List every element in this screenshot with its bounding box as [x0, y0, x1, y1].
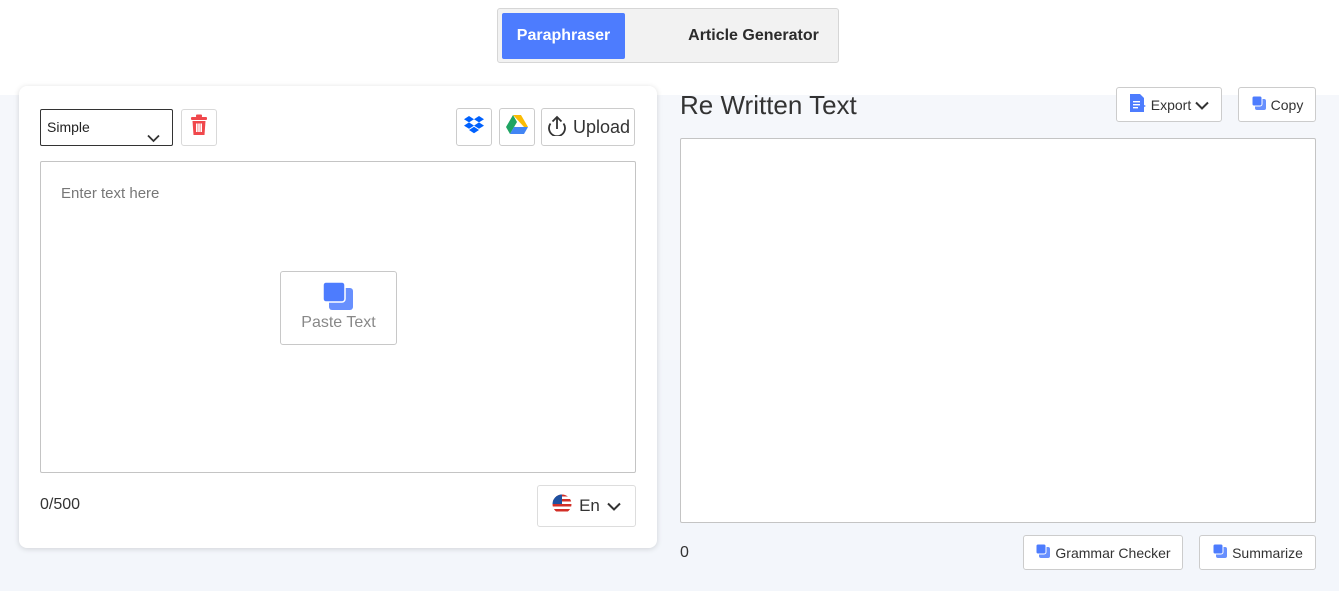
grammar-checker-label: Grammar Checker: [1055, 544, 1171, 561]
chevron-down-icon: [607, 496, 621, 516]
language-label: En: [579, 496, 600, 515]
document-export-icon: [1129, 93, 1147, 116]
copy-icon: [1251, 95, 1267, 114]
copy-icon: [1035, 543, 1051, 562]
input-word-count: 0/500: [40, 496, 81, 513]
tab-article-generator[interactable]: Article Generator: [668, 13, 839, 59]
paste-text-label: Paste Text: [301, 314, 376, 331]
copy-icon: [1212, 543, 1228, 562]
output-text-area[interactable]: [680, 138, 1316, 523]
mode-tabs: Paraphraser Article Generator: [497, 8, 839, 63]
chevron-down-icon: [1195, 97, 1209, 113]
mode-select-value: Simple: [47, 119, 90, 135]
mode-select[interactable]: Simple: [40, 109, 173, 146]
dropbox-icon: [463, 115, 485, 140]
summarize-button[interactable]: Summarize: [1199, 535, 1316, 570]
summarize-label: Summarize: [1232, 544, 1303, 561]
google-drive-icon: [505, 114, 529, 141]
us-flag-icon: [552, 494, 572, 519]
copy-button[interactable]: Copy: [1238, 87, 1316, 122]
output-word-count: 0: [680, 544, 689, 561]
trash-icon: [189, 114, 209, 141]
input-text-area[interactable]: Enter text here Paste Text: [40, 161, 636, 473]
paste-text-button[interactable]: Paste Text: [280, 271, 397, 345]
language-select[interactable]: En: [537, 485, 636, 527]
output-title: Re Written Text: [680, 90, 857, 120]
export-label: Export: [1150, 96, 1192, 113]
upload-button[interactable]: Upload: [541, 108, 635, 146]
copy-label: Copy: [1270, 96, 1304, 113]
chevron-down-icon: [147, 121, 160, 156]
clear-text-button[interactable]: [181, 109, 217, 146]
upload-label: Upload: [572, 116, 631, 137]
dropbox-button[interactable]: [456, 108, 492, 146]
tab-paraphraser[interactable]: Paraphraser: [502, 13, 625, 59]
input-placeholder: Enter text here: [61, 185, 160, 202]
paste-icon: [322, 281, 354, 316]
export-button[interactable]: Export: [1116, 87, 1222, 122]
google-drive-button[interactable]: [499, 108, 535, 146]
grammar-checker-button[interactable]: Grammar Checker: [1023, 535, 1183, 570]
upload-icon: [546, 114, 568, 141]
input-card: Simple Upload Enter text here Paste Text…: [19, 86, 657, 548]
